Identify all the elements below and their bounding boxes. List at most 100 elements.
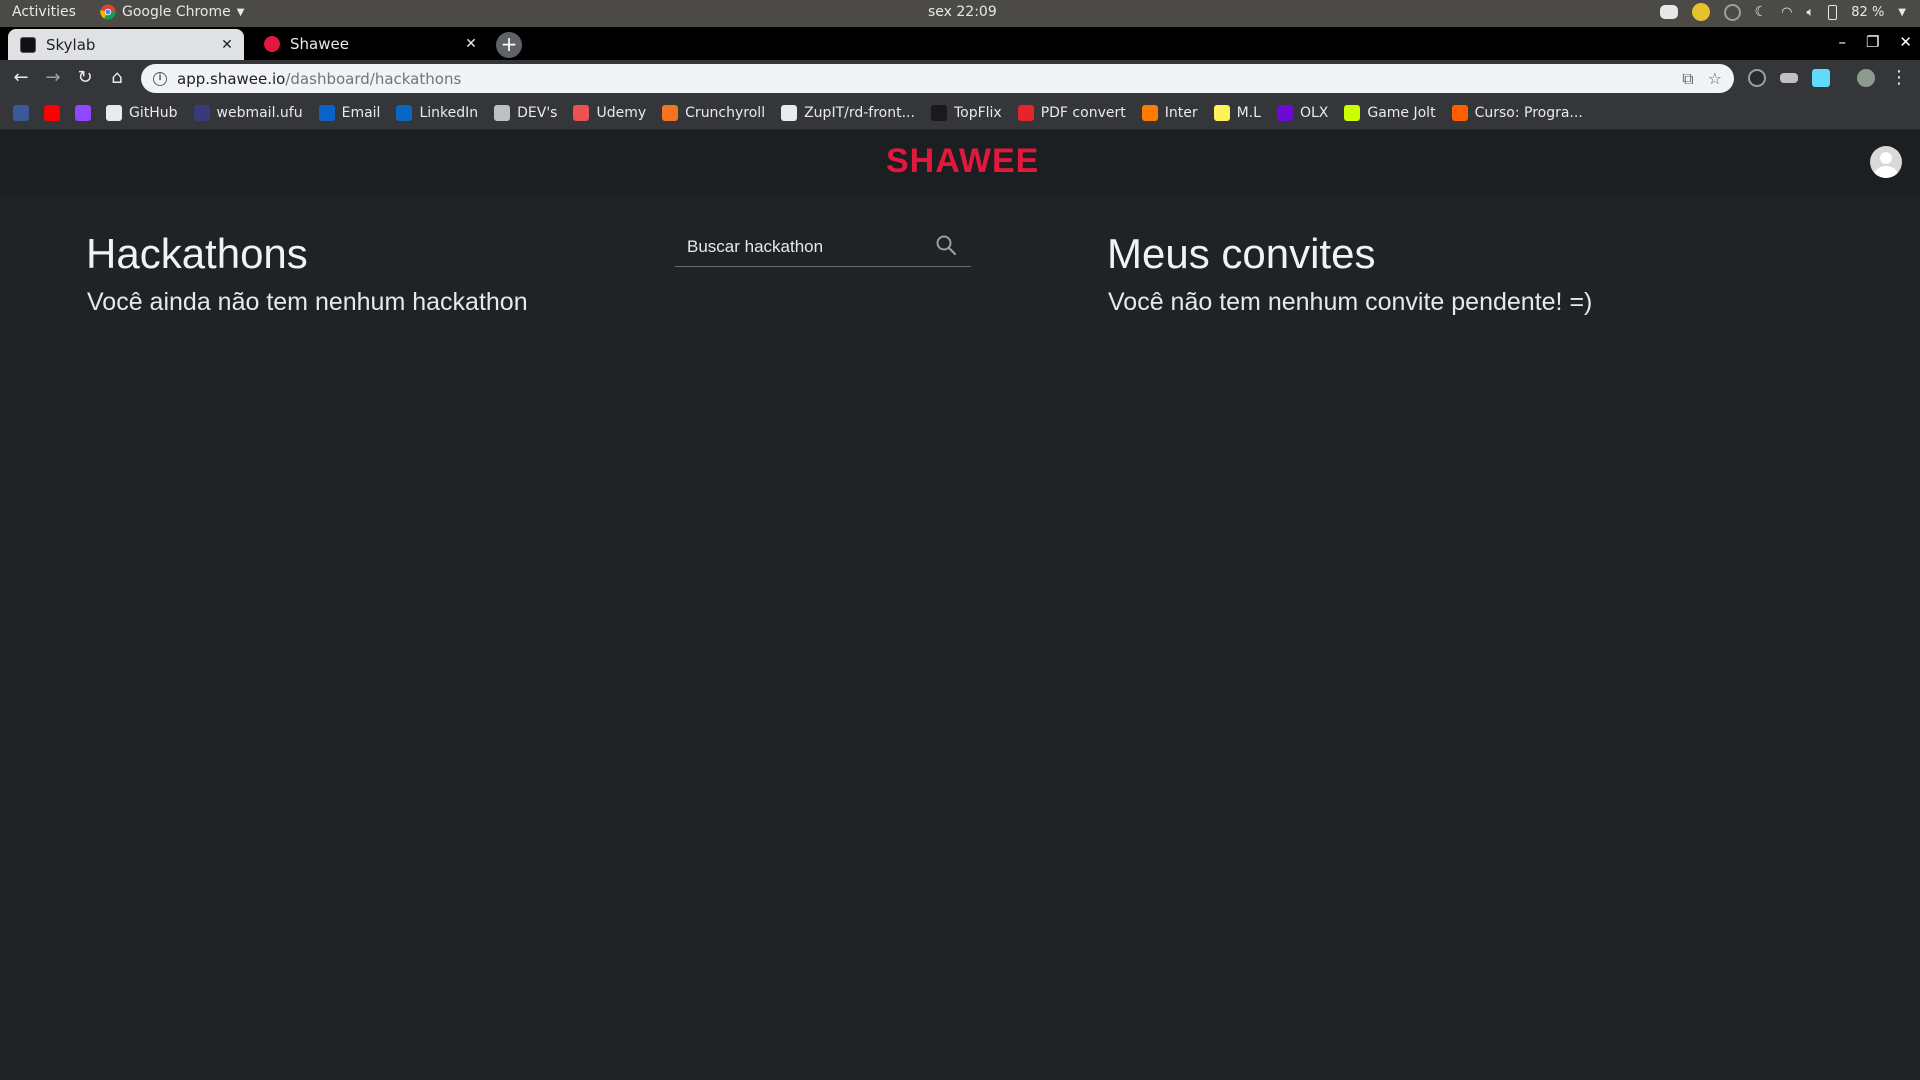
inter-icon [1141,105,1158,121]
shawee-logo[interactable]: SHAWEE [886,142,1039,181]
close-window-icon[interactable]: ✕ [1899,33,1912,51]
chevron-down-icon: ▼ [1898,6,1906,18]
invites-empty-message: Você não tem nenhum convite pendente! =) [1108,288,1593,316]
bookmark-label: TopFlix [953,105,1002,121]
bookmark-item[interactable]: Udemy [573,105,646,121]
invites-title: Meus convites [1107,230,1376,277]
facebook-icon [13,105,29,121]
chevron-down-icon: ▼ [236,6,245,18]
bookmark-item[interactable]: LinkedIn [396,105,478,121]
menu-kebab-icon[interactable]: ⋮ [1888,67,1910,89]
github-icon [781,105,798,121]
dark-mode-extension-icon[interactable] [1748,69,1766,87]
twitch-icon [75,105,91,121]
address-bar[interactable]: i app.shawee.io/dashboard/hackathons ⧉ ☆ [141,64,1734,93]
bookmark-label: Email [341,105,381,121]
home-icon[interactable]: ⌂ [106,67,128,89]
bookmark-label: DEV's [517,105,558,121]
back-arrow-icon[interactable]: ← [10,67,32,89]
bookmark-label: OLX [1299,105,1329,121]
tab-title: Shawee [290,34,349,53]
bookmark-item[interactable] [13,105,29,121]
hackathons-empty-message: Você ainda não tem nenhum hackathon [87,288,528,316]
translate-icon[interactable]: ⧉ [1682,69,1693,89]
bookmark-item[interactable]: PDF convert [1017,105,1126,121]
tab-shawee[interactable]: Shawee ✕ [252,27,488,60]
pdf-icon [1017,105,1034,121]
new-tab-button[interactable]: + [496,32,522,58]
hackathons-title: Hackathons [86,230,308,277]
mercadolivre-icon [1213,105,1230,121]
restore-icon[interactable]: ❐ [1866,33,1879,51]
bookmark-item[interactable]: TopFlix [930,105,1002,121]
app-header: SHAWEE [0,130,1920,196]
bookmark-item[interactable]: OLX [1276,105,1329,121]
tab-title: Skylab [46,35,96,54]
page-content: SHAWEE Hackathons Você ainda não tem nen… [0,130,1920,1080]
discord-icon[interactable] [1659,5,1678,19]
wifi-icon: ◠ [1781,4,1793,20]
whatsapp-icon[interactable] [1723,3,1741,21]
volume-icon: 🔈︎ [1806,4,1815,20]
window-controls: – ❐ ✕ [1838,33,1912,51]
alura-icon [1451,105,1468,121]
app-name: Google Chrome [122,4,231,20]
search-icon[interactable] [935,234,957,256]
gamejolt-icon [1344,105,1361,121]
tab-strip: Skylab ✕ Shawee ✕ + – ❐ ✕ [0,27,1920,60]
bookmark-item[interactable]: webmail.ufu [193,105,303,121]
forward-arrow-icon[interactable]: → [42,67,64,89]
bookmark-item[interactable]: ZupIT/rd-front... [781,105,915,121]
bookmark-item[interactable]: Game Jolt [1344,105,1436,121]
bookmark-item[interactable]: Crunchyroll [662,105,765,121]
face-emoji-icon[interactable] [1691,3,1710,21]
webmail-icon [193,105,210,121]
glasses-extension-icon[interactable] [1780,73,1798,83]
night-light-icon: ☾ [1754,4,1768,20]
bookmark-label: Inter [1164,105,1198,121]
bookmark-label: M.L [1236,105,1261,121]
bookmark-item[interactable]: Curso: Progra... [1451,105,1583,121]
bookmark-item[interactable] [44,105,60,121]
skylab-icon [20,36,36,53]
bookmark-label: Udemy [596,105,647,121]
close-icon[interactable]: ✕ [460,36,482,52]
system-top-bar: Activities Google Chrome ▼ sex 22:09 ☾ ◠… [0,0,1920,27]
linkedin-icon [396,105,413,121]
outlook-icon [318,105,335,121]
info-icon[interactable]: i [153,71,167,86]
url-domain: app.shawee.io [177,69,286,88]
bookmark-item[interactable]: Email [318,105,381,121]
reload-icon[interactable]: ↻ [74,67,96,89]
search-hackathon [675,229,971,267]
user-avatar-icon[interactable] [1870,146,1902,178]
bookmark-label: Curso: Progra... [1474,105,1583,121]
bookmark-label: Game Jolt [1367,105,1436,121]
bookmark-label: GitHub [129,105,178,121]
bookmark-item[interactable]: Inter [1141,105,1198,121]
minimize-icon[interactable]: – [1838,33,1846,51]
bookmark-label: ZupIT/rd-front... [804,105,915,121]
profile-avatar-icon[interactable] [1857,69,1875,87]
bookmark-label: webmail.ufu [216,105,303,121]
crunchyroll-icon [662,105,679,121]
react-devtools-icon[interactable] [1812,69,1830,87]
bookmark-item[interactable] [75,105,91,121]
bookmark-star-icon[interactable]: ☆ [1708,69,1722,89]
system-tray[interactable]: ☾ ◠ 🔈︎ 82 % ▼ [1659,3,1906,21]
bookmark-label: LinkedIn [419,105,479,121]
github-icon [106,105,122,121]
battery-icon [1828,4,1838,20]
app-menu[interactable]: Google Chrome ▼ [100,4,244,20]
clock[interactable]: sex 22:09 [928,4,997,20]
tab-skylab[interactable]: Skylab ✕ [8,29,244,60]
bookmark-item[interactable]: M.L [1213,105,1261,121]
search-input[interactable] [687,235,927,259]
bookmarks-bar: GitHub webmail.ufu Email LinkedIn DEV's Udemy… [0,97,1920,130]
bookmark-item[interactable]: DEV's [494,105,557,121]
close-icon[interactable]: ✕ [216,37,238,53]
bookmark-item[interactable]: GitHub [106,105,178,121]
activities-button[interactable]: Activities [12,4,76,20]
battery-level: 82 % [1851,4,1885,20]
chrome-icon [100,4,116,20]
